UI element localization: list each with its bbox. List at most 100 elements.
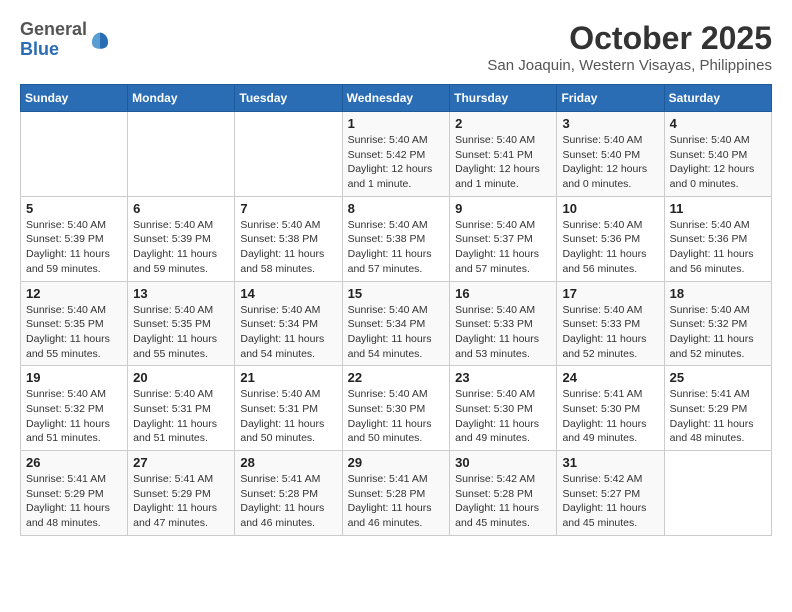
calendar-cell <box>21 112 128 197</box>
calendar-cell: 18 Sunrise: 5:40 AMSunset: 5:32 PMDayligh… <box>664 281 771 366</box>
day-info: Sunrise: 5:40 AMSunset: 5:30 PMDaylight:… <box>455 387 551 446</box>
day-info: Sunrise: 5:40 AMSunset: 5:41 PMDaylight:… <box>455 133 551 192</box>
day-number: 7 <box>240 201 336 216</box>
calendar-cell: 7Sunrise: 5:40 AMSunset: 5:38 PMDaylight… <box>235 196 342 281</box>
day-info: Sunrise: 5:40 AMSunset: 5:36 PMDaylight:… <box>562 218 658 277</box>
calendar-title: October 2025 <box>487 20 772 57</box>
calendar-cell: 29Sunrise: 5:41 AMSunset: 5:28 PMDayligh… <box>342 451 450 536</box>
calendar-week-3: 12 Sunrise: 5:40 AMSunset: 5:35 PMDayligh… <box>21 281 772 366</box>
day-number: 28 <box>240 455 336 470</box>
calendar-cell: 12 Sunrise: 5:40 AMSunset: 5:35 PMDayligh… <box>21 281 128 366</box>
day-number: 23 <box>455 370 551 385</box>
calendar-cell: 24Sunrise: 5:41 AMSunset: 5:30 PMDayligh… <box>557 366 664 451</box>
day-number: 5 <box>26 201 122 216</box>
day-number: 9 <box>455 201 551 216</box>
calendar-cell <box>128 112 235 197</box>
day-info: Sunrise: 5:40 AMSunset: 5:38 PMDaylight:… <box>348 218 445 277</box>
calendar-cell: 19 Sunrise: 5:40 AMSunset: 5:32 PMDayligh… <box>21 366 128 451</box>
col-wednesday: Wednesday <box>342 85 450 112</box>
calendar-cell: 22Sunrise: 5:40 AMSunset: 5:30 PMDayligh… <box>342 366 450 451</box>
col-monday: Monday <box>128 85 235 112</box>
calendar-cell: 2 Sunrise: 5:40 AMSunset: 5:41 PMDaylight… <box>450 112 557 197</box>
calendar-cell: 30 Sunrise: 5:42 AMSunset: 5:28 PMDayligh… <box>450 451 557 536</box>
calendar-week-4: 19 Sunrise: 5:40 AMSunset: 5:32 PMDayligh… <box>21 366 772 451</box>
day-number: 11 <box>670 201 766 216</box>
page-container: General Blue October 2025 San Joaquin, W… <box>20 20 772 536</box>
day-number: 12 <box>26 286 122 301</box>
day-number: 26 <box>26 455 122 470</box>
calendar-table: Sunday Monday Tuesday Wednesday Thursday… <box>20 84 772 536</box>
day-info: Sunrise: 5:40 AMSunset: 5:32 PMDaylight:… <box>670 303 766 362</box>
calendar-cell: 26 Sunrise: 5:41 AMSunset: 5:29 PMDayligh… <box>21 451 128 536</box>
col-sunday: Sunday <box>21 85 128 112</box>
calendar-cell <box>235 112 342 197</box>
calendar-week-2: 5 Sunrise: 5:40 AMSunset: 5:39 PMDaylight… <box>21 196 772 281</box>
day-number: 10 <box>562 201 658 216</box>
day-number: 19 <box>26 370 122 385</box>
calendar-cell: 16 Sunrise: 5:40 AMSunset: 5:33 PMDayligh… <box>450 281 557 366</box>
day-number: 13 <box>133 286 229 301</box>
logo-line1: General <box>20 20 87 40</box>
day-info: Sunrise: 5:40 AMSunset: 5:33 PMDaylight:… <box>455 303 551 362</box>
calendar-cell: 17 Sunrise: 5:40 AMSunset: 5:33 PMDayligh… <box>557 281 664 366</box>
calendar-cell: 6 Sunrise: 5:40 AMSunset: 5:39 PMDaylight… <box>128 196 235 281</box>
col-tuesday: Tuesday <box>235 85 342 112</box>
day-info: Sunrise: 5:40 AMSunset: 5:39 PMDaylight:… <box>26 218 122 277</box>
calendar-subtitle: San Joaquin, Western Visayas, Philippine… <box>487 57 772 74</box>
calendar-cell: 14Sunrise: 5:40 AMSunset: 5:34 PMDayligh… <box>235 281 342 366</box>
calendar-cell: 23 Sunrise: 5:40 AMSunset: 5:30 PMDayligh… <box>450 366 557 451</box>
calendar-cell: 5 Sunrise: 5:40 AMSunset: 5:39 PMDaylight… <box>21 196 128 281</box>
day-info: Sunrise: 5:40 AMSunset: 5:35 PMDaylight:… <box>26 303 122 362</box>
calendar-cell <box>664 451 771 536</box>
header: General Blue October 2025 San Joaquin, W… <box>20 20 772 74</box>
calendar-cell: 20Sunrise: 5:40 AMSunset: 5:31 PMDayligh… <box>128 366 235 451</box>
calendar-cell: 31 Sunrise: 5:42 AMSunset: 5:27 PMDayligh… <box>557 451 664 536</box>
day-info: Sunrise: 5:42 AMSunset: 5:28 PMDaylight:… <box>455 472 551 531</box>
day-info: Sunrise: 5:41 AMSunset: 5:28 PMDaylight:… <box>240 472 336 531</box>
day-info: Sunrise: 5:40 AMSunset: 5:40 PMDaylight:… <box>670 133 766 192</box>
day-info: Sunrise: 5:40 AMSunset: 5:33 PMDaylight:… <box>562 303 658 362</box>
day-number: 15 <box>348 286 445 301</box>
calendar-cell: 10 Sunrise: 5:40 AMSunset: 5:36 PMDayligh… <box>557 196 664 281</box>
calendar-cell: 13 Sunrise: 5:40 AMSunset: 5:35 PMDayligh… <box>128 281 235 366</box>
day-info: Sunrise: 5:40 AMSunset: 5:36 PMDaylight:… <box>670 218 766 277</box>
day-info: Sunrise: 5:40 AMSunset: 5:32 PMDaylight:… <box>26 387 122 446</box>
day-info: Sunrise: 5:42 AMSunset: 5:27 PMDaylight:… <box>562 472 658 531</box>
day-number: 16 <box>455 286 551 301</box>
day-number: 25 <box>670 370 766 385</box>
day-number: 21 <box>240 370 336 385</box>
logo-line2: Blue <box>20 40 87 60</box>
calendar-cell: 1 Sunrise: 5:40 AMSunset: 5:42 PMDaylight… <box>342 112 450 197</box>
day-info: Sunrise: 5:41 AMSunset: 5:29 PMDaylight:… <box>26 472 122 531</box>
col-friday: Friday <box>557 85 664 112</box>
calendar-cell: 8 Sunrise: 5:40 AMSunset: 5:38 PMDaylight… <box>342 196 450 281</box>
day-number: 29 <box>348 455 445 470</box>
col-thursday: Thursday <box>450 85 557 112</box>
day-info: Sunrise: 5:40 AMSunset: 5:35 PMDaylight:… <box>133 303 229 362</box>
day-info: Sunrise: 5:40 AMSunset: 5:42 PMDaylight:… <box>348 133 445 192</box>
day-number: 17 <box>562 286 658 301</box>
logo-text: General Blue <box>20 20 87 60</box>
day-number: 6 <box>133 201 229 216</box>
calendar-week-5: 26 Sunrise: 5:41 AMSunset: 5:29 PMDayligh… <box>21 451 772 536</box>
calendar-cell: 4Sunrise: 5:40 AMSunset: 5:40 PMDaylight… <box>664 112 771 197</box>
header-row: Sunday Monday Tuesday Wednesday Thursday… <box>21 85 772 112</box>
calendar-week-1: 1 Sunrise: 5:40 AMSunset: 5:42 PMDaylight… <box>21 112 772 197</box>
calendar-cell: 15Sunrise: 5:40 AMSunset: 5:34 PMDayligh… <box>342 281 450 366</box>
day-number: 30 <box>455 455 551 470</box>
day-info: Sunrise: 5:40 AMSunset: 5:31 PMDaylight:… <box>133 387 229 446</box>
day-number: 24 <box>562 370 658 385</box>
day-number: 8 <box>348 201 445 216</box>
day-number: 27 <box>133 455 229 470</box>
day-number: 1 <box>348 116 445 131</box>
day-info: Sunrise: 5:41 AMSunset: 5:29 PMDaylight:… <box>133 472 229 531</box>
day-info: Sunrise: 5:40 AMSunset: 5:39 PMDaylight:… <box>133 218 229 277</box>
logo: General Blue <box>20 20 111 60</box>
calendar-cell: 25Sunrise: 5:41 AMSunset: 5:29 PMDayligh… <box>664 366 771 451</box>
calendar-cell: 27 Sunrise: 5:41 AMSunset: 5:29 PMDayligh… <box>128 451 235 536</box>
calendar-cell: 9Sunrise: 5:40 AMSunset: 5:37 PMDaylight… <box>450 196 557 281</box>
day-number: 31 <box>562 455 658 470</box>
day-number: 18 <box>670 286 766 301</box>
day-info: Sunrise: 5:40 AMSunset: 5:40 PMDaylight:… <box>562 133 658 192</box>
day-number: 2 <box>455 116 551 131</box>
